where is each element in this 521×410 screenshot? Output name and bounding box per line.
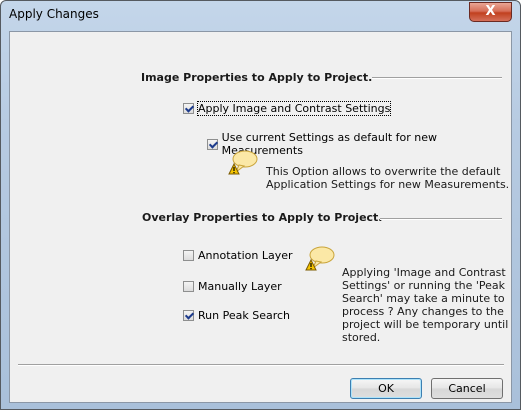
cancel-button[interactable]: Cancel — [431, 378, 503, 399]
note-line: Applying 'Image and Contrast — [342, 266, 506, 279]
checkbox-box[interactable] — [183, 281, 194, 292]
annotation-layer-checkbox[interactable]: Annotation Layer — [183, 249, 293, 262]
heading-divider — [372, 77, 502, 79]
note-line: Search' may take a minute to — [342, 292, 505, 305]
image-options-note: This Option allows to overwrite the defa… — [266, 165, 509, 191]
note-line: Application Settings for new Measurement… — [266, 178, 510, 191]
dialog-client-area: Image Properties to Apply to Project. Ap… — [9, 31, 512, 403]
run-peak-search-checkbox[interactable]: Run Peak Search — [183, 309, 290, 322]
overlay-properties-heading: Overlay Properties to Apply to Project. — [142, 211, 383, 224]
heading-divider — [380, 218, 502, 220]
warning-speech-bubble-icon — [228, 150, 258, 175]
note-line: This Option allows to overwrite the defa… — [266, 165, 501, 178]
apply-image-contrast-checkbox[interactable]: Apply Image and Contrast Settings — [183, 101, 392, 116]
ok-button[interactable]: OK — [350, 378, 422, 399]
button-area-separator — [18, 364, 504, 366]
checkbox-label: Use current Settings as default for new … — [221, 131, 438, 157]
checkbox-box[interactable] — [183, 250, 194, 261]
apply-changes-dialog: Apply Changes X Image Properties to Appl… — [0, 0, 521, 410]
checkbox-box[interactable] — [207, 138, 218, 150]
image-properties-heading: Image Properties to Apply to Project. — [141, 71, 373, 84]
checkbox-box[interactable] — [183, 310, 194, 321]
note-line: stored. — [342, 331, 381, 344]
checkbox-label: Apply Image and Contrast Settings — [196, 101, 392, 116]
checkbox-box[interactable] — [183, 103, 194, 114]
title-bar: Apply Changes X — [1, 1, 520, 31]
note-line: process ? Any changes to the — [342, 305, 504, 318]
close-button[interactable]: X — [469, 2, 512, 22]
checkbox-label: Manually Layer — [198, 280, 282, 293]
note-line: project will be temporary until — [342, 318, 509, 331]
manually-layer-checkbox[interactable]: Manually Layer — [183, 280, 282, 293]
warning-speech-bubble-icon — [305, 246, 335, 271]
checkbox-label: Run Peak Search — [198, 309, 290, 322]
close-icon: X — [485, 4, 496, 19]
checkbox-label: Annotation Layer — [198, 249, 293, 262]
window-title: Apply Changes — [9, 7, 99, 21]
note-line: Settings' or running the 'Peak — [342, 279, 506, 292]
overlay-options-note: Applying 'Image and Contrast Settings' o… — [342, 266, 508, 344]
